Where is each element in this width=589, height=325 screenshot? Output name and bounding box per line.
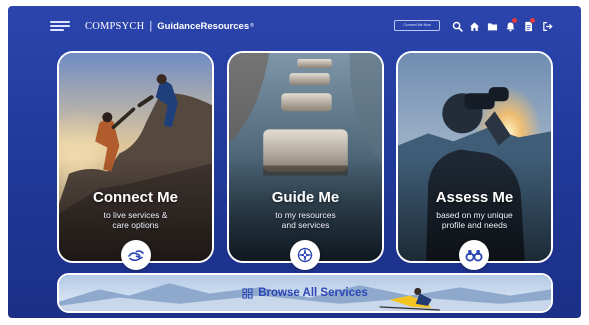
document-icon[interactable] bbox=[521, 18, 535, 33]
card-title: Guide Me bbox=[271, 189, 340, 206]
guide-me-card[interactable]: Guide Me to my resources and services bbox=[227, 51, 384, 263]
assess-me-card[interactable]: Assess Me based on my unique profile and… bbox=[396, 51, 553, 263]
card-title: Assess Me bbox=[435, 189, 514, 206]
helping-hands-icon[interactable] bbox=[121, 240, 151, 270]
connect-me-now-button[interactable]: Connect Me Now bbox=[394, 20, 440, 31]
folder-icon[interactable] bbox=[485, 19, 499, 33]
card-subtitle: and services bbox=[281, 220, 330, 230]
app-frame: COMPSYCH | GuidanceResources ® Connect M… bbox=[8, 6, 581, 318]
card-subtitle: based on my unique bbox=[436, 210, 513, 220]
browse-label: Browse All Services bbox=[59, 275, 551, 311]
browse-label-text: Browse All Services bbox=[258, 287, 368, 299]
browse-all-services-button[interactable]: Browse All Services bbox=[57, 273, 553, 313]
logout-icon[interactable] bbox=[540, 19, 554, 33]
bell-icon[interactable] bbox=[503, 18, 517, 33]
brand-separator: | bbox=[149, 20, 153, 32]
grid-icon bbox=[242, 287, 253, 299]
card-subtitle: care options bbox=[112, 220, 159, 230]
card-subtitle: to live services & bbox=[103, 210, 168, 220]
menu-icon[interactable] bbox=[50, 21, 70, 31]
brand-name: COMPSYCH bbox=[85, 20, 145, 32]
home-icon[interactable] bbox=[467, 19, 481, 33]
binoculars-icon[interactable] bbox=[459, 240, 489, 270]
card-subtitle: to my resources bbox=[275, 210, 336, 220]
product-name: GuidanceResources bbox=[157, 20, 250, 32]
compass-icon[interactable] bbox=[290, 240, 320, 270]
connect-me-card[interactable]: Connect Me to live services & care optio… bbox=[57, 51, 214, 263]
registered-mark: ® bbox=[250, 23, 254, 29]
card-subtitle: profile and needs bbox=[441, 220, 508, 230]
brand-logo[interactable]: COMPSYCH | GuidanceResources ® bbox=[85, 19, 254, 33]
document-badge bbox=[530, 18, 535, 23]
header: COMPSYCH | GuidanceResources ® Connect M… bbox=[8, 6, 581, 46]
search-icon[interactable] bbox=[450, 19, 464, 33]
card-title: Connect Me bbox=[92, 189, 178, 206]
notification-badge bbox=[512, 18, 517, 23]
